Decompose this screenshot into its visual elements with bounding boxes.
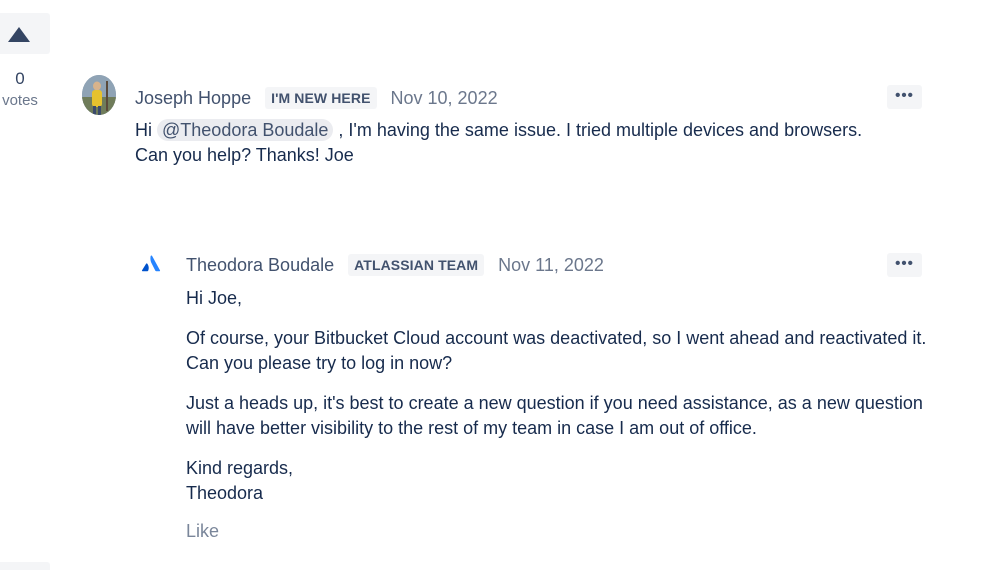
post-date[interactable]: Nov 10, 2022 xyxy=(391,88,498,109)
like-button[interactable]: Like xyxy=(186,521,219,542)
upvote-button[interactable] xyxy=(0,13,50,54)
reply-signoff-name: Theodora xyxy=(186,483,264,503)
post-more-button[interactable]: ••• xyxy=(887,85,922,109)
reply-body: Hi Joe, Of course, your Bitbucket Cloud … xyxy=(186,286,931,506)
reply-author-name[interactable]: Theodora Boudale xyxy=(186,255,334,276)
post-text-start: Hi xyxy=(135,120,152,140)
next-upvote-button[interactable] xyxy=(0,562,50,570)
reply-paragraph: Just a heads up, it's best to create a n… xyxy=(186,393,923,438)
reply-author-badge: ATLASSIAN TEAM xyxy=(348,254,485,276)
post-author-name[interactable]: Joseph Hoppe xyxy=(135,88,251,109)
reply-meta: Theodora Boudale ATLASSIAN TEAM Nov 11, … xyxy=(186,251,604,279)
reply-greeting: Hi Joe, xyxy=(186,288,243,308)
reply-paragraph: Of course, your Bitbucket Cloud account … xyxy=(186,328,927,373)
more-horizontal-icon: ••• xyxy=(895,255,914,272)
avatar[interactable] xyxy=(82,75,116,115)
reply-more-button[interactable]: ••• xyxy=(887,253,922,277)
atlassian-logo-icon xyxy=(141,254,161,274)
more-horizontal-icon: ••• xyxy=(895,87,914,104)
post-author-badge: I'M NEW HERE xyxy=(265,87,377,109)
vote-count: 0 xyxy=(15,69,25,88)
reply-signoff-line: Kind regards, xyxy=(186,458,294,478)
post-body: Hi @Theodora Boudale , I'm having the sa… xyxy=(135,118,885,168)
user-mention[interactable]: @Theodora Boudale xyxy=(157,119,334,141)
reply-date[interactable]: Nov 11, 2022 xyxy=(498,255,604,276)
avatar-photo xyxy=(82,75,116,115)
vote-label: votes xyxy=(2,92,38,109)
arrow-up-icon xyxy=(8,27,30,42)
reply-signoff: Kind regards, Theodora xyxy=(186,456,931,506)
post-meta: Joseph Hoppe I'M NEW HERE Nov 10, 2022 xyxy=(135,84,498,112)
